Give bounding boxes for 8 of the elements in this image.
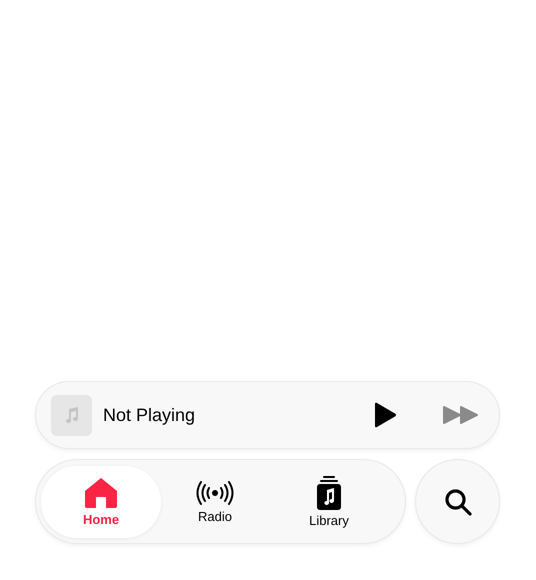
search-icon bbox=[444, 488, 472, 516]
house-icon bbox=[84, 476, 118, 508]
fast-forward-icon[interactable] bbox=[443, 405, 479, 425]
play-icon[interactable] bbox=[373, 402, 397, 428]
track-title: Not Playing bbox=[103, 404, 196, 426]
library-icon bbox=[315, 476, 343, 510]
broadcast-icon bbox=[196, 480, 234, 506]
tab[interactable]: Home bbox=[41, 466, 161, 538]
